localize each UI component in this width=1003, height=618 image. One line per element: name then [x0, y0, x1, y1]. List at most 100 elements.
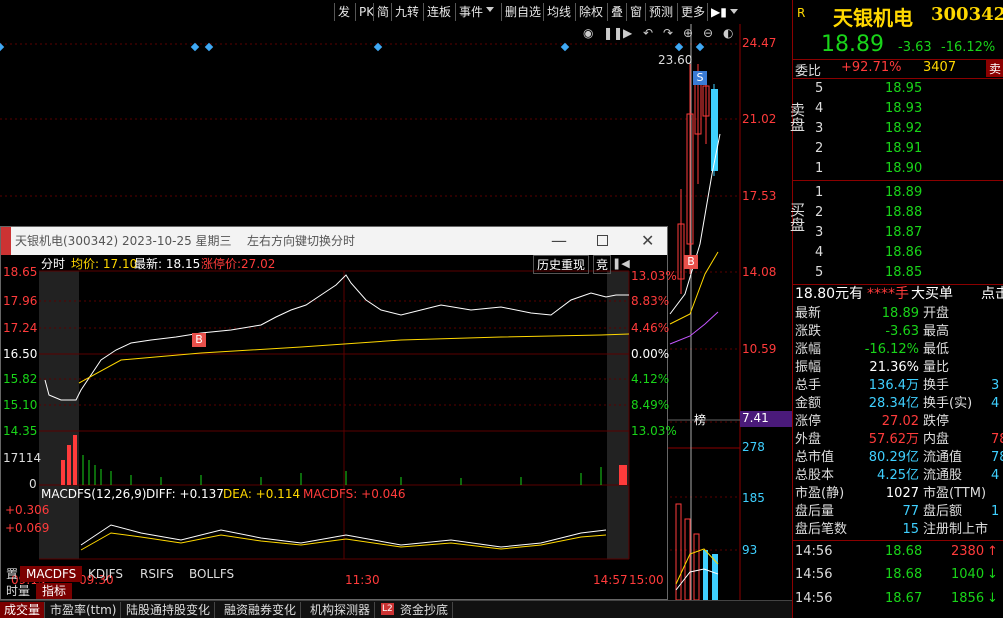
reset-icon[interactable]: ◐ — [723, 26, 733, 40]
mode-label: 分时 — [41, 257, 66, 271]
stat-label: 流通值 — [923, 450, 963, 465]
popup-title: 天银机电(300342) 2023-10-25 星期三 — [15, 234, 232, 248]
avg-price-label: 均价: 17.10 — [71, 257, 138, 271]
tab-volume[interactable]: 成交量 — [0, 602, 46, 618]
toolbar-btn-zixuan[interactable]: 删自选 — [501, 3, 544, 21]
zoom-out-icon[interactable]: ⊖ — [703, 26, 713, 40]
stat-label: 总股本 — [795, 468, 835, 483]
toolbar-btn-chuang[interactable]: 窗 — [626, 3, 645, 21]
stat-label: 金额 — [795, 396, 822, 411]
volume-tick: 278 — [742, 440, 765, 454]
macd-dea: DEA: +0.114 — [223, 487, 301, 501]
tab-kdjfs[interactable]: KDJFS — [82, 566, 129, 582]
history-replay-button[interactable]: 历史重现 — [533, 255, 590, 274]
stat-value: 4 — [991, 468, 1000, 483]
price-tick: 15.82 — [3, 372, 38, 386]
chevron-down-icon[interactable] — [486, 7, 494, 12]
undo-icon[interactable]: ↶ — [643, 26, 653, 40]
skip-back-icon[interactable]: ❚◀ — [612, 257, 630, 270]
price-tick: 21.02 — [742, 112, 777, 126]
stat-label: 盘后额 — [923, 504, 963, 519]
latest-price-label: 最新: 18.15 — [134, 257, 201, 271]
tab-rsifs[interactable]: RSIFS — [134, 566, 180, 582]
stat-label: 最高 — [923, 324, 950, 339]
toolbar-btn-lianban[interactable]: 连板 — [423, 3, 454, 21]
redo-icon[interactable]: ↷ — [663, 26, 673, 40]
tick-row: 14:56 18.67 1856 ↓ — [795, 591, 998, 606]
weicha-value: 3407 — [923, 60, 957, 75]
chevron-down-icon[interactable] — [730, 9, 738, 14]
toolbar-btn-shijian[interactable]: 事件 — [455, 3, 486, 21]
window-accent — [1, 227, 11, 255]
tab-bollfs[interactable]: BOLLFS — [183, 566, 240, 582]
toolbar-btn-gengduo[interactable]: 更多 — [677, 3, 708, 21]
tab-pe-ttm[interactable]: 市盈率(ttm) — [46, 602, 122, 618]
stat-value: 77 — [902, 504, 919, 519]
close-icon[interactable]: ✕ — [641, 227, 654, 255]
bottom-tab-bar: 成交量 市盈率(ttm) 陆股通持股变化 融资融券变化 机构探测器 L2 资金抄… — [0, 600, 792, 618]
stat-label: 流通股 — [923, 468, 963, 483]
eye-icon[interactable]: ◉ — [583, 26, 593, 40]
stat-label: 换手 — [923, 378, 950, 393]
stat-label: 最新 — [795, 306, 822, 321]
stat-row: 外盘 57.62万内盘 78 — [793, 431, 1003, 449]
minimize-icon[interactable]: — — [551, 227, 567, 255]
toolbar-btn-chuquan[interactable]: 除权 — [575, 3, 606, 21]
pct-tick: 8.83% — [631, 294, 670, 308]
toolbar-btn-junxian[interactable]: 均线 — [543, 3, 574, 21]
volume-tick: 0 — [29, 477, 37, 491]
toolbar-btn-jian[interactable]: 简 — [373, 3, 392, 21]
macd-tick: +0.306 — [5, 503, 50, 517]
ask-row: 1 18.90 — [815, 161, 923, 176]
intraday-popup-window: 天银机电(300342) 2023-10-25 星期三 左右方向键切换分时 — … — [0, 226, 677, 600]
play-icon[interactable]: ▶ — [623, 26, 632, 40]
ask-row: 5 18.95 — [815, 81, 923, 96]
tab-time-volume[interactable]: 时量 — [0, 583, 36, 599]
stat-label: 外盘 — [795, 432, 822, 447]
toolbar-btn-fa[interactable]: 发 — [334, 3, 353, 21]
tab-hk-holding[interactable]: 陆股通持股变化 — [122, 602, 216, 618]
divider — [793, 180, 1003, 181]
buy-signal-marker[interactable]: B — [192, 333, 206, 347]
toolbar-btn-die[interactable]: 叠 — [607, 3, 626, 21]
stat-row: 最新 18.89 开盘 — [793, 305, 1003, 323]
sell-signal-marker[interactable]: S — [693, 71, 707, 85]
zoom-in-icon[interactable]: ⊕ — [683, 26, 693, 40]
skip-forward-icon[interactable]: ▶▮ — [707, 3, 730, 21]
stat-value: 4 — [991, 396, 1000, 411]
macd-diff: DIFF: +0.137 — [146, 487, 224, 501]
stat-row: 金额 28.34亿 换手(实) 4 — [793, 395, 1003, 413]
tab-macdfs[interactable]: MACDFS — [20, 566, 83, 582]
tab-margin[interactable]: 融资融券变化 — [220, 602, 302, 618]
toolbar-btn-jiuzhuan[interactable]: 九转 — [391, 3, 422, 21]
price-tick: 14.08 — [742, 265, 777, 279]
maximize-icon[interactable] — [597, 235, 608, 246]
price-tick: 17.96 — [3, 294, 38, 308]
stat-label: 涨幅 — [795, 342, 822, 357]
pause-icon[interactable]: ❚❚ — [603, 26, 623, 40]
bid-row: 5 18.85 — [815, 265, 923, 280]
buy-signal-marker[interactable]: B — [684, 255, 698, 269]
price-tick: 16.50 — [3, 347, 38, 361]
pct-tick: 4.12% — [631, 372, 670, 386]
tab-indicator[interactable]: 指标 — [36, 583, 73, 599]
stat-value: 18.89 — [881, 306, 919, 321]
intraday-chart[interactable]: 分时 均价: 17.10 最新: 18.15 涨停价:27.02 历史重现 竞 … — [1, 255, 677, 599]
time-tick: 15:00 — [629, 573, 664, 587]
weibi-value: +92.71% — [841, 60, 902, 75]
tab-institution[interactable]: 机构探测器 — [306, 602, 376, 618]
high-price-label: 23.60 — [658, 53, 693, 67]
big-order-row[interactable]: 18.80元有 ****手 大买单 点击 — [793, 285, 1003, 303]
macd-title: MACDFS(12,26,9) — [41, 487, 147, 501]
tab-fund-bottom[interactable]: 资金抄底 — [396, 602, 454, 618]
r-badge: R — [797, 6, 806, 20]
compete-button[interactable]: 竞 — [593, 255, 612, 274]
price-tick: 18.65 — [3, 265, 38, 279]
tick-row: 14:56 18.68 1040 ↓ — [795, 567, 998, 582]
toolbar-btn-yuce[interactable]: 预测 — [645, 3, 676, 21]
ask-row: 2 18.91 — [815, 141, 923, 156]
stat-value: 21.36% — [869, 360, 919, 375]
stat-label: 盘后量 — [795, 504, 835, 519]
stat-label: 总市值 — [795, 450, 835, 465]
stock-code: 300342 — [931, 4, 1003, 25]
